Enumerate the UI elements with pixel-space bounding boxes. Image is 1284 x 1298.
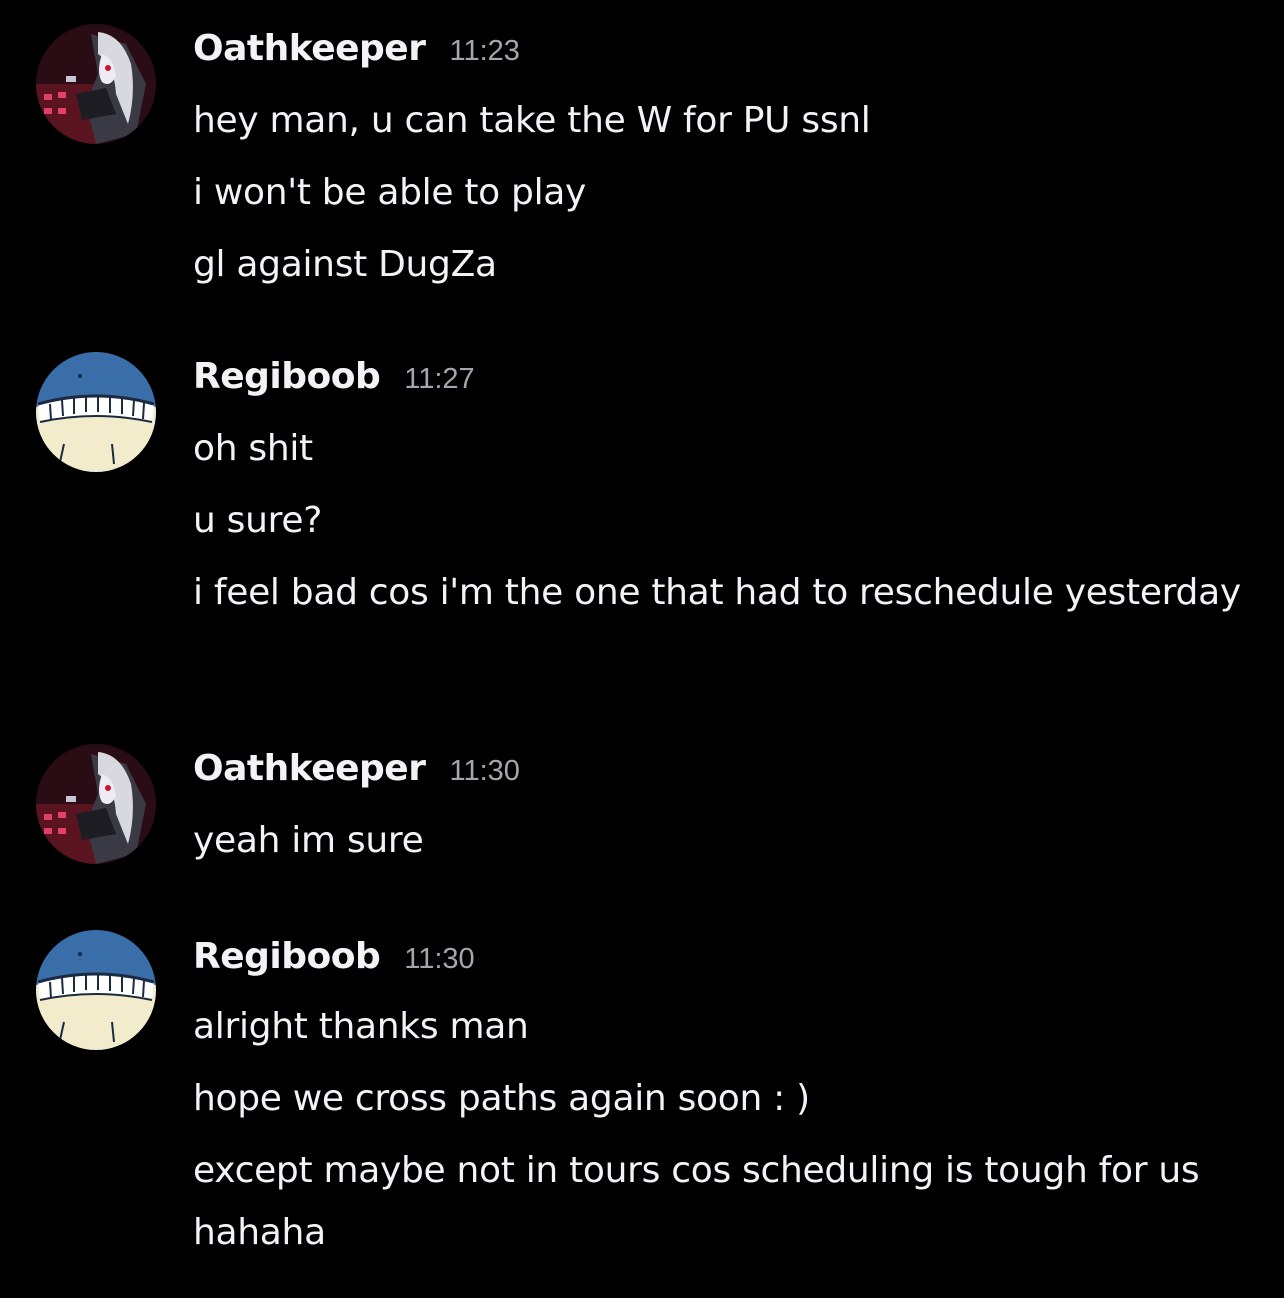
message-text: u sure? <box>193 500 322 541</box>
message-text: except maybe not in tours cos scheduling… <box>193 1150 1200 1253</box>
timestamp: 11:30 <box>449 755 520 787</box>
message-text: i won't be able to play <box>193 172 587 213</box>
message-text: yeah im sure <box>193 820 424 861</box>
oathkeeper-avatar[interactable] <box>36 744 156 864</box>
message-text: gl against DugZa <box>193 244 497 285</box>
message-text: hey man, u can take the W for PU ssnl <box>193 100 871 141</box>
message-header: Regiboob 11:27 <box>193 356 475 406</box>
message-header: Regiboob 11:30 <box>193 936 475 986</box>
username[interactable]: Regiboob <box>193 356 381 397</box>
message-text: hope we cross paths again soon : ) <box>193 1078 810 1119</box>
message-header: Oathkeeper 11:30 <box>193 748 520 798</box>
oathkeeper-avatar[interactable] <box>36 24 156 144</box>
message-text: i feel bad cos i'm the one that had to r… <box>193 572 1241 613</box>
username[interactable]: Oathkeeper <box>193 748 426 789</box>
message-text: alright thanks man <box>193 1006 529 1047</box>
timestamp: 11:30 <box>404 943 475 975</box>
message-text: oh shit <box>193 428 313 469</box>
timestamp: 11:23 <box>449 35 520 67</box>
username[interactable]: Regiboob <box>193 936 381 977</box>
wailord-avatar[interactable] <box>36 352 156 472</box>
timestamp: 11:27 <box>404 363 475 395</box>
wailord-avatar[interactable] <box>36 930 156 1050</box>
message-header: Oathkeeper 11:23 <box>193 28 520 78</box>
username[interactable]: Oathkeeper <box>193 28 426 69</box>
